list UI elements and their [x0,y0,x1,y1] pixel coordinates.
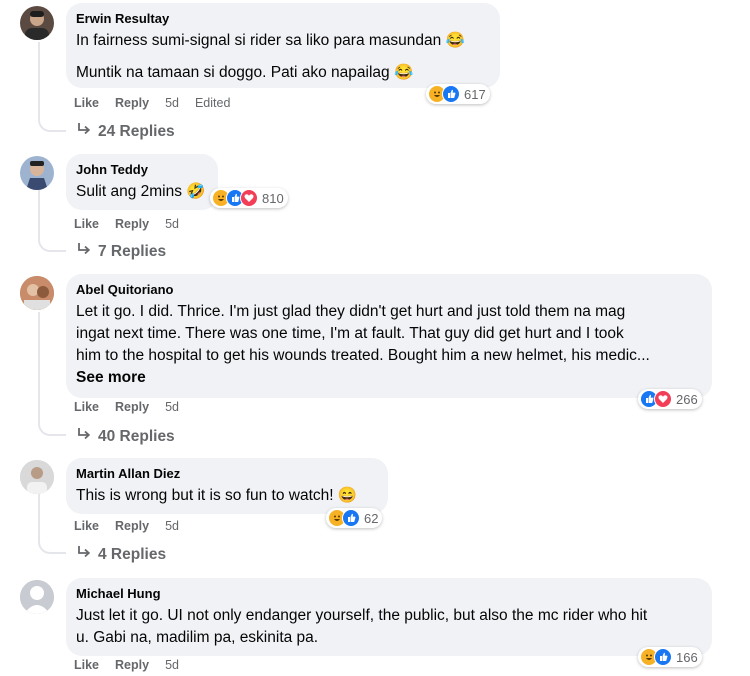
comment-text: Let it go. I did. Thrice. I'm just glad … [76,303,650,364]
comment-timestamp[interactable]: 5d [165,519,179,533]
reply-arrow-icon [76,242,92,261]
comment-bubble: Abel Quitoriano Let it go. I did. Thrice… [66,274,712,398]
comment-actions: Like Reply 5d [74,657,179,673]
reply-button[interactable]: Reply [115,519,149,533]
comment-timestamp[interactable]: 5d [165,658,179,672]
like-button[interactable]: Like [74,217,99,231]
comment-bubble: Erwin Resultay In fairness sumi-signal s… [66,3,500,88]
love-icon [654,390,672,408]
default-avatar-icon[interactable] [20,580,54,614]
reaction-count: 810 [262,190,284,206]
comment-text: Just let it go. UI not only endanger you… [76,607,648,646]
comment-bubble: Martin Allan Diez This is wrong but it i… [66,458,388,514]
reply-arrow-icon [76,545,92,564]
comment-author[interactable]: Michael Hung [76,586,700,602]
comment-author[interactable]: Erwin Resultay [76,11,488,27]
like-icon [654,648,672,666]
view-replies-button[interactable]: 40 Replies [76,427,175,446]
comment-author[interactable]: Martin Allan Diez [76,466,376,482]
comment-text: In fairness sumi-signal si rider sa liko… [76,32,465,81]
like-icon [442,85,460,103]
comment-text: This is wrong but it is so fun to watch!… [76,487,358,504]
thread-line [38,42,40,118]
view-replies-button[interactable]: 7 Replies [76,242,166,261]
avatar[interactable] [20,156,54,190]
reactions-summary[interactable]: 810 [210,188,288,208]
reactions-summary[interactable]: 266 [638,389,702,409]
reactions-summary[interactable]: 617 [426,84,490,104]
avatar[interactable] [20,460,54,494]
reply-button[interactable]: Reply [115,658,149,672]
thread-connector [38,236,66,252]
thread-line [38,312,40,422]
like-button[interactable]: Like [74,519,99,533]
view-replies-button[interactable]: 24 Replies [76,122,175,141]
reaction-count: 617 [464,86,486,102]
like-icon [342,509,360,527]
like-button[interactable]: Like [74,400,99,414]
reaction-count: 266 [676,391,698,407]
view-replies-button[interactable]: 4 Replies [76,545,166,564]
like-button[interactable]: Like [74,96,99,110]
thread-connector [38,538,66,554]
reply-button[interactable]: Reply [115,96,149,110]
reaction-count: 62 [364,510,379,526]
thread-connector [38,116,66,132]
comment-bubble: John Teddy Sulit ang 2mins 🤣 [66,154,218,210]
comment-text: Sulit ang 2mins 🤣 [76,183,206,200]
reply-button[interactable]: Reply [115,400,149,414]
like-button[interactable]: Like [74,658,99,672]
reply-arrow-icon [76,122,92,141]
comment-author[interactable]: John Teddy [76,162,206,178]
love-icon [240,189,258,207]
reactions-summary[interactable]: 166 [638,647,702,667]
see-more-link[interactable]: See more [76,367,700,389]
thread-line [38,190,40,238]
comment-timestamp[interactable]: 5d [165,400,179,414]
comment-actions: Like Reply 5d [74,518,179,534]
comment-actions: Like Reply 5d Edited [74,95,230,111]
comment-bubble: Michael Hung Just let it go. UI not only… [66,578,712,656]
comment-actions: Like Reply 5d [74,399,179,415]
reply-arrow-icon [76,427,92,446]
reaction-count: 166 [676,649,698,665]
avatar[interactable] [20,276,54,310]
comment-author[interactable]: Abel Quitoriano [76,282,700,298]
comment-timestamp[interactable]: 5d [165,96,179,110]
thread-connector [38,420,66,436]
comment-actions: Like Reply 5d [74,216,179,232]
edited-label: Edited [194,96,231,110]
thread-line [38,494,40,540]
comment-timestamp[interactable]: 5d [165,217,179,231]
avatar[interactable] [20,6,54,40]
reactions-summary[interactable]: 62 [326,508,383,528]
reply-button[interactable]: Reply [115,217,149,231]
